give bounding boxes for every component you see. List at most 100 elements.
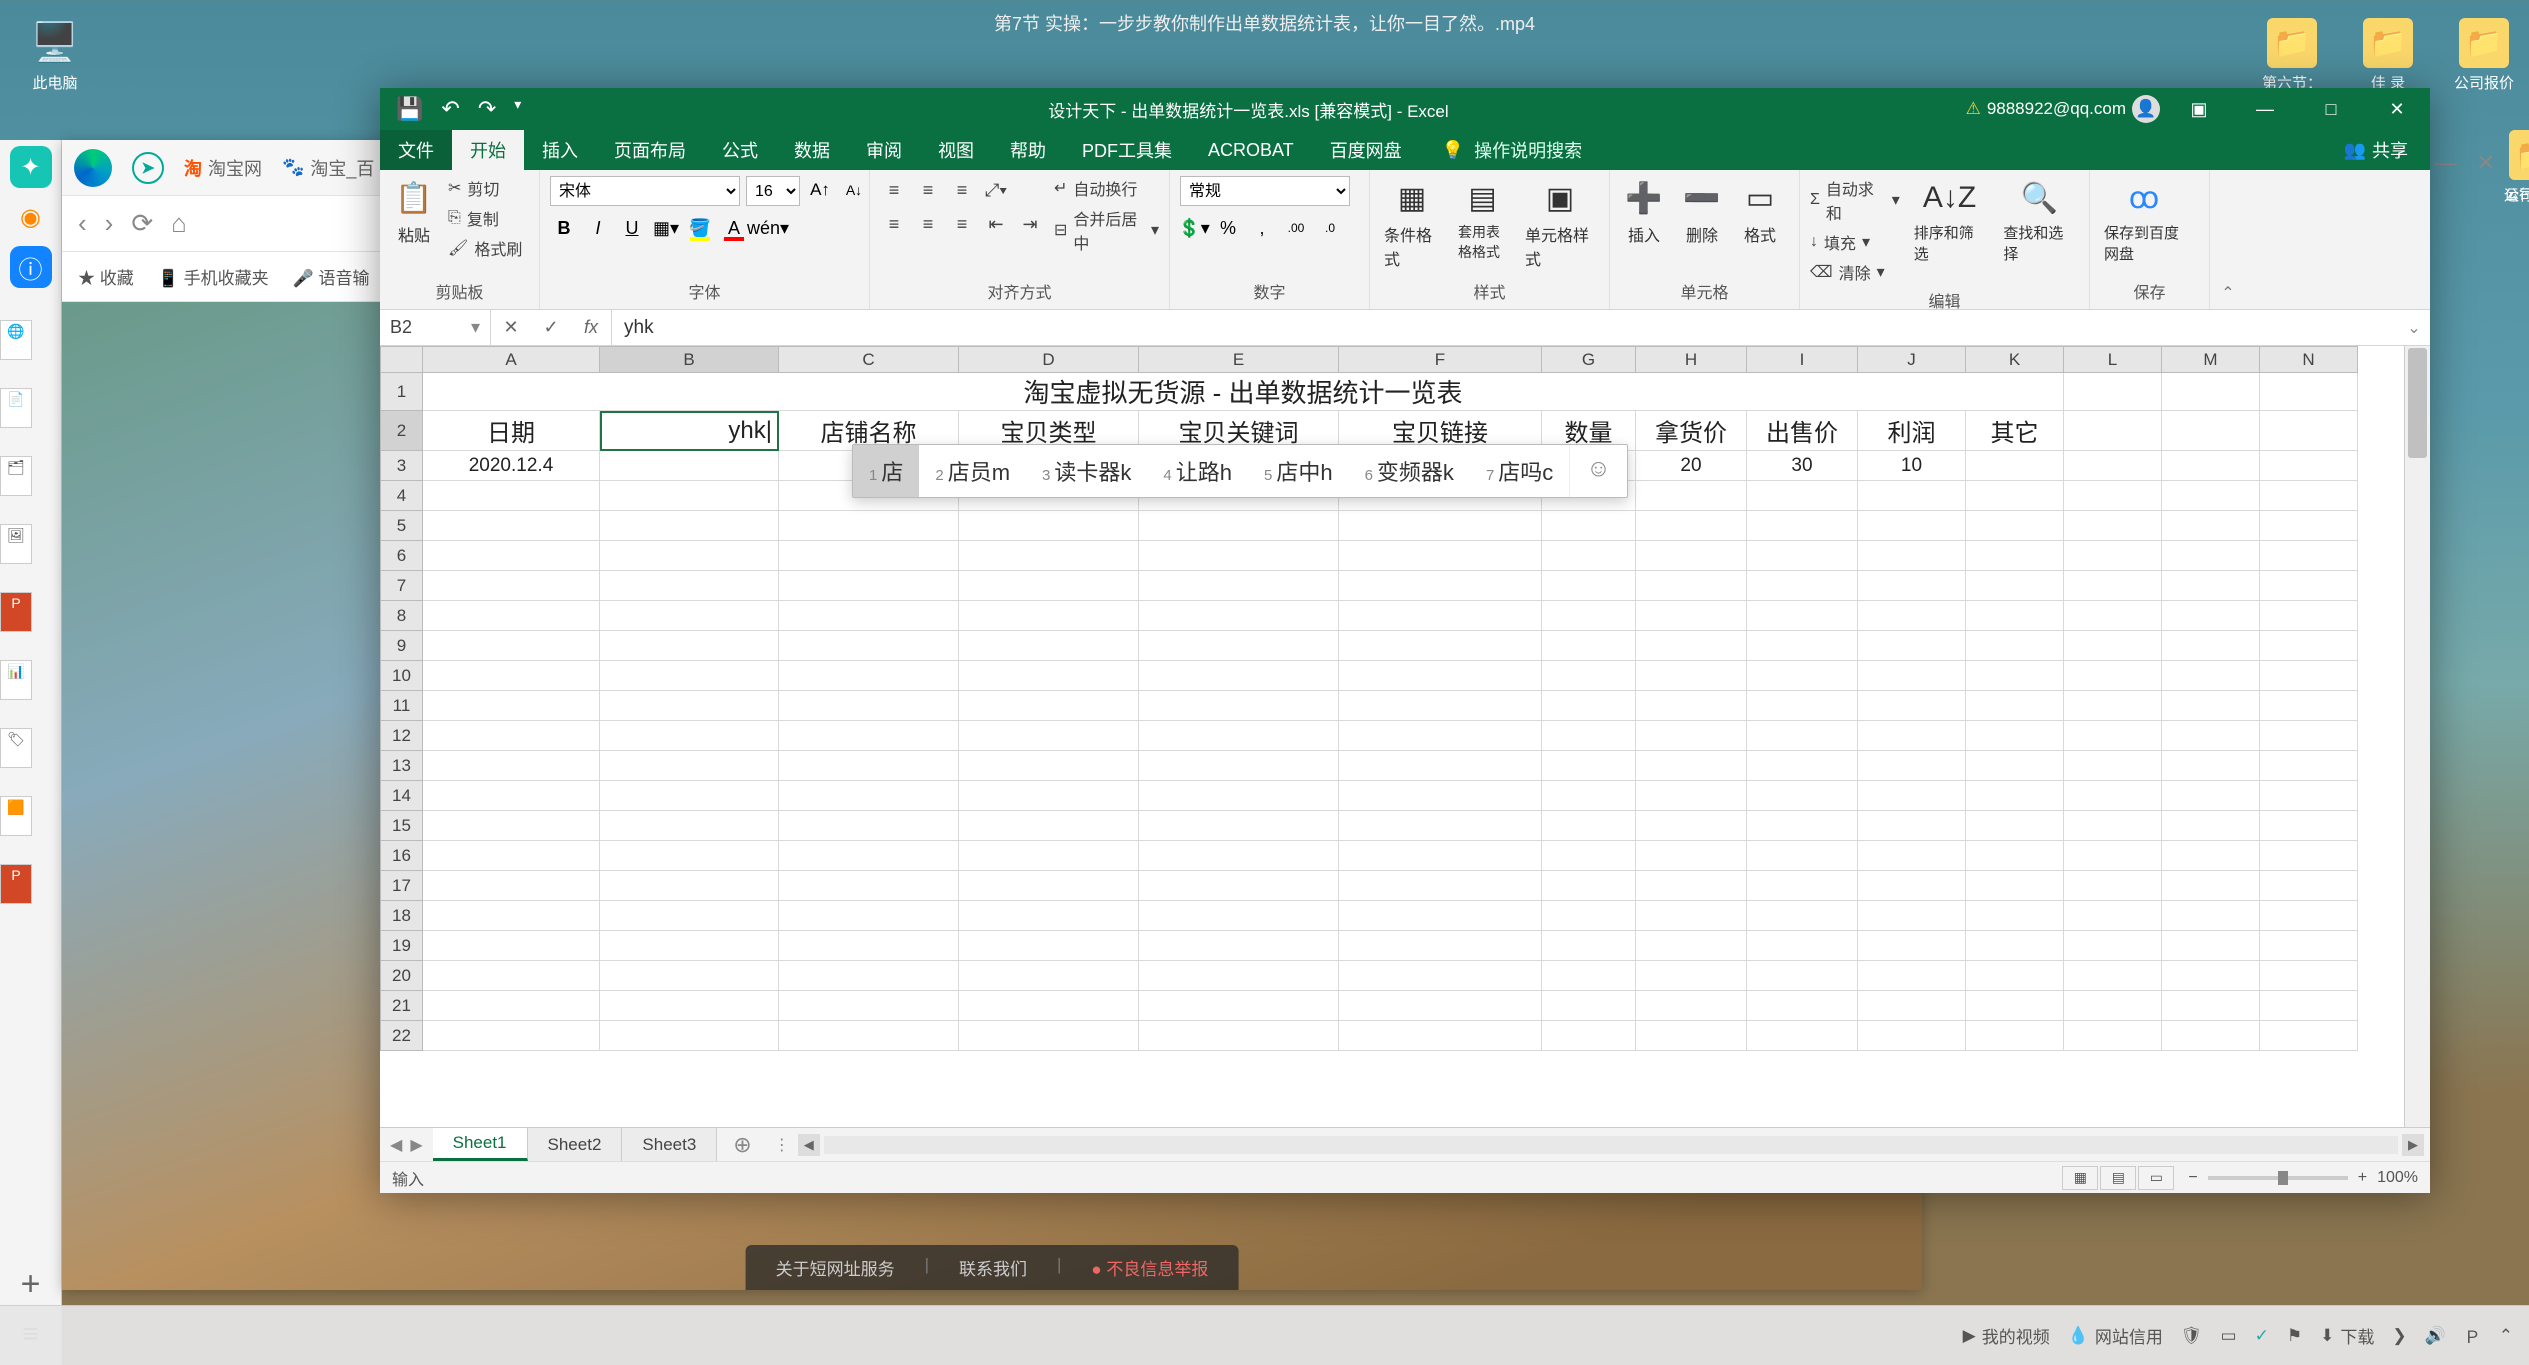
cell[interactable] [1139, 901, 1339, 931]
cell[interactable] [1339, 511, 1542, 541]
cell[interactable] [2260, 511, 2358, 541]
cell[interactable] [1747, 991, 1858, 1021]
cell[interactable] [1636, 721, 1747, 751]
ime-emoji-button[interactable]: ☺ [1569, 445, 1627, 497]
cell[interactable] [959, 961, 1139, 991]
tab-file[interactable]: 文件 [380, 130, 452, 170]
cell[interactable] [1966, 1021, 2064, 1051]
row-header[interactable]: 7 [381, 571, 423, 601]
cell[interactable] [779, 961, 959, 991]
active-cell[interactable]: yhk| [600, 411, 779, 451]
cell[interactable] [779, 871, 959, 901]
cell[interactable]: 10 [1858, 451, 1966, 481]
cell[interactable] [959, 1021, 1139, 1051]
cell[interactable] [423, 541, 600, 571]
cell[interactable] [1542, 751, 1636, 781]
align-center-button[interactable]: ≡ [914, 210, 942, 238]
tray-item[interactable]: ⬇下载 [2320, 1323, 2374, 1348]
cell[interactable] [600, 631, 779, 661]
tab-review[interactable]: 审阅 [848, 130, 920, 170]
row-header[interactable]: 5 [381, 511, 423, 541]
cell[interactable] [1636, 811, 1747, 841]
hscroll-track[interactable] [824, 1136, 2398, 1154]
cell[interactable] [959, 571, 1139, 601]
cell[interactable] [1542, 1021, 1636, 1051]
cell[interactable] [423, 691, 600, 721]
cell[interactable] [1636, 1021, 1747, 1051]
number-format-select[interactable]: 常规 [1180, 176, 1350, 206]
page-layout-view-button[interactable]: ▤ [2100, 1166, 2136, 1190]
cell[interactable] [1966, 571, 2064, 601]
column-header[interactable]: E [1139, 347, 1339, 373]
header-cell[interactable]: 拿货价 [1636, 411, 1747, 451]
decrease-decimal-button[interactable]: .0 [1316, 214, 1344, 242]
close-button[interactable]: ✕ [2370, 88, 2424, 130]
column-header[interactable]: D [959, 347, 1139, 373]
cell[interactable] [1747, 841, 1858, 871]
cell[interactable] [1858, 631, 1966, 661]
sheet-prev-button[interactable]: ◀ [390, 1135, 402, 1155]
cell[interactable] [423, 721, 600, 751]
cell[interactable] [1966, 871, 2064, 901]
cell[interactable] [1636, 661, 1747, 691]
cell[interactable] [1747, 901, 1858, 931]
cell[interactable] [2260, 901, 2358, 931]
column-header[interactable]: F [1339, 347, 1542, 373]
cell[interactable] [1139, 961, 1339, 991]
column-header[interactable]: G [1542, 347, 1636, 373]
cell[interactable] [2162, 1021, 2260, 1051]
cell[interactable] [1747, 781, 1858, 811]
cell[interactable] [1858, 931, 1966, 961]
cut-button[interactable]: ✂剪切 [448, 176, 522, 200]
row-header[interactable]: 8 [381, 601, 423, 631]
zoom-in-button[interactable]: + [2358, 1169, 2367, 1187]
cell[interactable] [2064, 991, 2162, 1021]
cell[interactable] [1542, 901, 1636, 931]
cell[interactable] [1139, 811, 1339, 841]
collapse-ribbon-button[interactable]: ⌃ [2210, 170, 2246, 309]
cell[interactable] [1966, 751, 2064, 781]
row-header[interactable]: 21 [381, 991, 423, 1021]
dock-app[interactable]: 📄 [0, 388, 32, 428]
footer-link[interactable]: 关于短网址服务 [776, 1255, 895, 1280]
cell[interactable] [423, 751, 600, 781]
minimize-button[interactable]: — [2435, 150, 2457, 176]
column-header[interactable]: C [779, 347, 959, 373]
cell[interactable] [423, 781, 600, 811]
cell[interactable] [2162, 541, 2260, 571]
cell[interactable] [959, 721, 1139, 751]
cell[interactable] [779, 901, 959, 931]
cell[interactable] [2162, 751, 2260, 781]
cell[interactable] [2260, 961, 2358, 991]
cell[interactable] [2260, 601, 2358, 631]
cell[interactable] [1858, 691, 1966, 721]
cell[interactable] [1339, 901, 1542, 931]
cell[interactable] [2162, 811, 2260, 841]
cell[interactable] [1858, 571, 1966, 601]
row-header[interactable]: 1 [381, 373, 423, 411]
dock-app[interactable]: 🖼 [0, 524, 32, 564]
delete-cells-button[interactable]: ➖删除 [1678, 176, 1726, 248]
tab-pdftools[interactable]: PDF工具集 [1064, 130, 1190, 170]
cell[interactable] [1636, 751, 1747, 781]
cell[interactable] [1858, 511, 1966, 541]
row-header[interactable]: 22 [381, 1021, 423, 1051]
cell[interactable] [2064, 811, 2162, 841]
cell[interactable] [2260, 841, 2358, 871]
cell[interactable] [2260, 751, 2358, 781]
bookmark-star[interactable]: ★ 收藏 [78, 264, 134, 289]
cell[interactable] [1339, 751, 1542, 781]
cell[interactable] [1747, 871, 1858, 901]
footer-link[interactable]: 联系我们 [959, 1255, 1027, 1280]
cell[interactable] [1747, 481, 1858, 511]
align-top-button[interactable]: ≡ [880, 176, 908, 204]
indent-inc-button[interactable]: ⇥ [1016, 210, 1044, 238]
cell[interactable] [2260, 631, 2358, 661]
copy-button[interactable]: ⎘复制 [448, 206, 522, 230]
cell[interactable] [1966, 991, 2064, 1021]
vertical-scrollbar[interactable] [2404, 346, 2430, 1127]
cell[interactable] [779, 601, 959, 631]
cell[interactable] [1542, 721, 1636, 751]
column-header[interactable]: B [600, 347, 779, 373]
cell[interactable] [1858, 661, 1966, 691]
